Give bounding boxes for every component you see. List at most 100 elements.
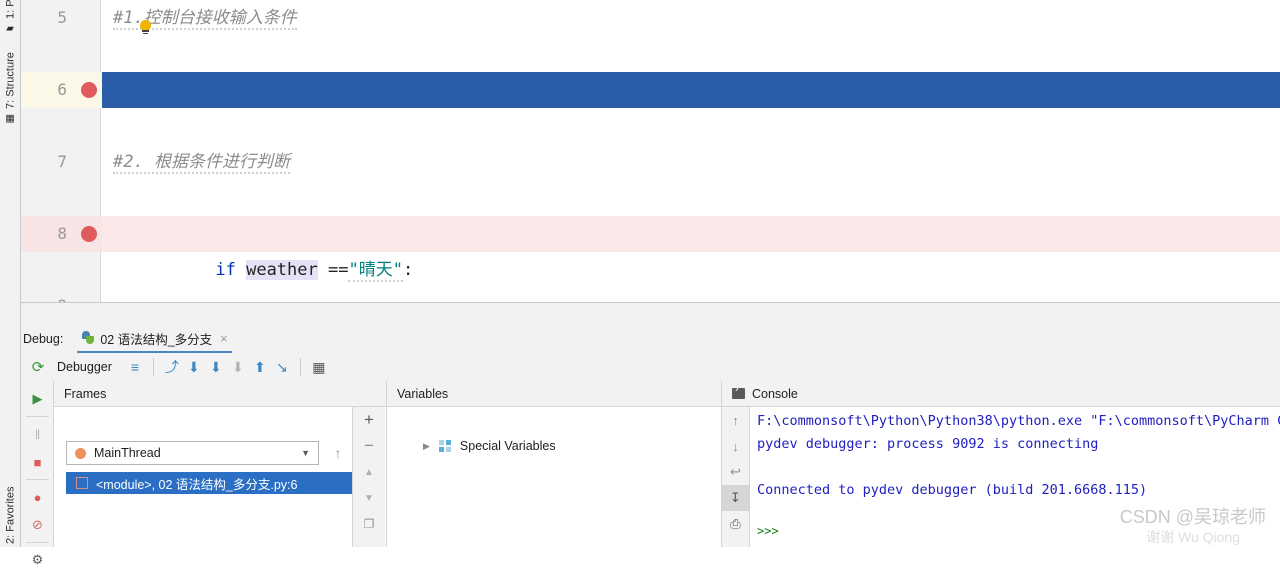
scroll-to-end-button[interactable]: ↧ <box>722 485 749 511</box>
frames-list-item[interactable]: <module>, 02 语法结构_多分支.py:6 <box>66 472 383 494</box>
frames-pane-header: Frames <box>54 381 386 407</box>
console-line: F:\commonsoft\Python\Python38\python.exe… <box>757 413 1280 429</box>
divider <box>26 542 49 543</box>
line-number: 5 <box>57 8 67 27</box>
rerun-button[interactable]: ⟳ <box>21 358 55 376</box>
toolwindow-label-structure: 7: Structure <box>4 52 17 109</box>
add-watch-button[interactable]: + <box>353 407 385 433</box>
code-line-8[interactable]: 8 if weather =="晴天": <box>21 216 1280 282</box>
code-text-comment: #控制台接收类型是 str类型 <box>539 116 771 136</box>
debug-toolwindow: Debug: 02 语法结构_多分支 × ⟳ Debugger ≡ ⤴ ⬇ ⬇ … <box>21 302 1280 567</box>
console-icon <box>732 384 745 399</box>
code-identifier-weather: weather <box>246 260 318 280</box>
special-variables-icon <box>438 439 452 453</box>
debug-tab-title: 02 语法结构_多分支 <box>100 332 213 347</box>
special-variables-label: Special Variables <box>459 439 556 453</box>
toolwindow-button-project[interactable]: ▰ 1: Project <box>0 0 21 34</box>
code-lines: 5 #1.控制台接收输入条件 6 weather = input("请输入天气条… <box>21 0 1280 302</box>
intention-bulb-icon[interactable] <box>139 20 152 34</box>
soft-wrap-button[interactable]: ↩ <box>722 459 749 485</box>
show-execution-point-icon[interactable]: ≡ <box>124 359 146 375</box>
code-line-6[interactable]: 6 weather = input("请输入天气条件"); #控制台接收类型是 … <box>21 72 1280 136</box>
code-line-9[interactable]: 9 print("可以在室外进行活动") <box>21 288 1280 302</box>
line-number: 9 <box>21 288 67 302</box>
debug-session-controls: ▶ ‖ ■ ● ⊘ ⚙ <box>21 381 54 567</box>
chevron-down-icon[interactable]: ▼ <box>301 448 310 458</box>
step-out-icon[interactable]: ⬇ <box>227 359 249 376</box>
code-line-5[interactable]: 5 #1.控制台接收输入条件 <box>21 0 1280 36</box>
frames-toolbar-column: + − ▲ ▼ ❐ <box>352 407 385 547</box>
debugger-tab-label[interactable]: Debugger <box>57 360 112 374</box>
console-pane-header: Console <box>722 381 1280 407</box>
up-the-stack-trace-button[interactable]: ↑ <box>722 407 749 433</box>
print-button[interactable]: ⎙ <box>722 511 749 537</box>
thread-selector[interactable]: MainThread ▼ <box>66 441 319 465</box>
toolbar-separator <box>152 358 154 376</box>
frames-title: Frames <box>64 386 107 401</box>
step-over-icon[interactable]: ⤴ <box>161 357 183 377</box>
run-to-cursor-icon[interactable]: ↘ <box>271 359 293 376</box>
console-line: pydev debugger: process 9092 is connecti… <box>757 436 1099 452</box>
variables-pane-header: Variables <box>387 381 721 407</box>
breakpoint-icon[interactable] <box>81 226 97 242</box>
structure-icon: ▦ <box>4 113 16 124</box>
evaluate-expression-icon[interactable]: ▦ <box>308 359 330 376</box>
console-prompt: >>> <box>757 524 779 538</box>
mute-breakpoints-icon[interactable]: ⊘ <box>21 511 54 539</box>
divider <box>26 479 49 480</box>
line-number: 7 <box>57 152 67 171</box>
step-out-up-icon[interactable]: ⬆ <box>249 359 271 376</box>
toolwindow-button-structure[interactable]: ▦ 7: Structure <box>0 38 21 124</box>
console-title: Console <box>752 386 798 401</box>
frame-up-button[interactable]: ↑ <box>326 441 350 465</box>
code-string: "晴天" <box>348 260 403 282</box>
console-pane: Console ↑ ↓ ↩ ↧ ⎙ F:\commonsoft\Python\P… <box>722 381 1280 547</box>
code-editor[interactable]: 5 #1.控制台接收输入条件 6 weather = input("请输入天气条… <box>21 0 1280 302</box>
frames-pane: Frames MainThread ▼ ↑ ↓ <module>, 02 语法结… <box>54 381 387 547</box>
toolwindow-label-favorites: 2: Favorites <box>4 486 17 544</box>
move-up-button[interactable]: ▲ <box>353 459 385 485</box>
code-text-assign: weather = input( <box>215 116 380 136</box>
close-icon[interactable]: × <box>220 331 228 346</box>
frame-icon <box>76 477 88 489</box>
console-toolbar-column: ↑ ↓ ↩ ↧ ⎙ <box>722 407 750 547</box>
thread-name: MainThread <box>94 446 161 460</box>
variables-title: Variables <box>397 386 449 401</box>
console-line: Connected to pydev debugger (build 201.6… <box>757 482 1148 498</box>
toolwindow-label-project: 1: Project <box>5 0 17 19</box>
remove-watch-button[interactable]: − <box>353 433 385 459</box>
force-step-into-icon[interactable]: ⬇ <box>205 359 227 376</box>
resume-program-icon[interactable]: ▶ <box>21 385 54 413</box>
divider <box>26 416 49 417</box>
move-down-button[interactable]: ▼ <box>353 485 385 511</box>
chevron-right-icon[interactable]: ▶ <box>423 441 430 452</box>
view-breakpoints-icon[interactable]: ● <box>21 483 54 511</box>
code-text: #2. 根据条件进行判断 <box>113 152 290 174</box>
debug-label: Debug: <box>23 332 64 346</box>
frames-pane-body[interactable]: MainThread ▼ ↑ ↓ <module>, 02 语法结构_多分支.p… <box>54 407 386 547</box>
code-text-semicolon: ); <box>518 116 540 136</box>
console-output[interactable]: F:\commonsoft\Python\Python38\python.exe… <box>750 407 1280 547</box>
variables-pane-body[interactable]: ▶ Special Variables <box>387 407 721 547</box>
code-operator: == <box>317 260 349 280</box>
toolbar-separator <box>299 358 301 376</box>
line-number: 6 <box>57 80 67 99</box>
down-the-stack-trace-button[interactable]: ↓ <box>722 433 749 459</box>
code-line-7[interactable]: 7 #2. 根据条件进行判断 <box>21 144 1280 180</box>
settings-icon[interactable]: ⚙ <box>21 546 54 574</box>
thread-status-icon <box>75 447 86 459</box>
variables-pane: Variables ▶ Special Variables <box>387 381 722 547</box>
step-into-icon[interactable]: ⬇ <box>183 359 205 376</box>
variables-tree-item[interactable]: ▶ Special Variables <box>423 439 556 453</box>
debug-session-tab[interactable]: 02 语法结构_多分支 × <box>77 325 232 353</box>
code-keyword-if: if <box>215 260 236 280</box>
breakpoint-icon[interactable] <box>81 82 97 98</box>
stop-program-icon[interactable]: ■ <box>21 448 54 476</box>
pause-program-icon[interactable]: ‖ <box>21 420 54 448</box>
debug-tabbar: Debug: 02 语法结构_多分支 × <box>21 325 1280 354</box>
copy-value-button[interactable]: ❐ <box>353 511 385 537</box>
code-colon: : <box>402 260 414 280</box>
frame-label: <module>, 02 语法结构_多分支.py:6 <box>96 477 298 492</box>
toolwindow-button-favorites[interactable]: 2: Favorites <box>0 448 21 544</box>
python-icon <box>81 331 95 345</box>
